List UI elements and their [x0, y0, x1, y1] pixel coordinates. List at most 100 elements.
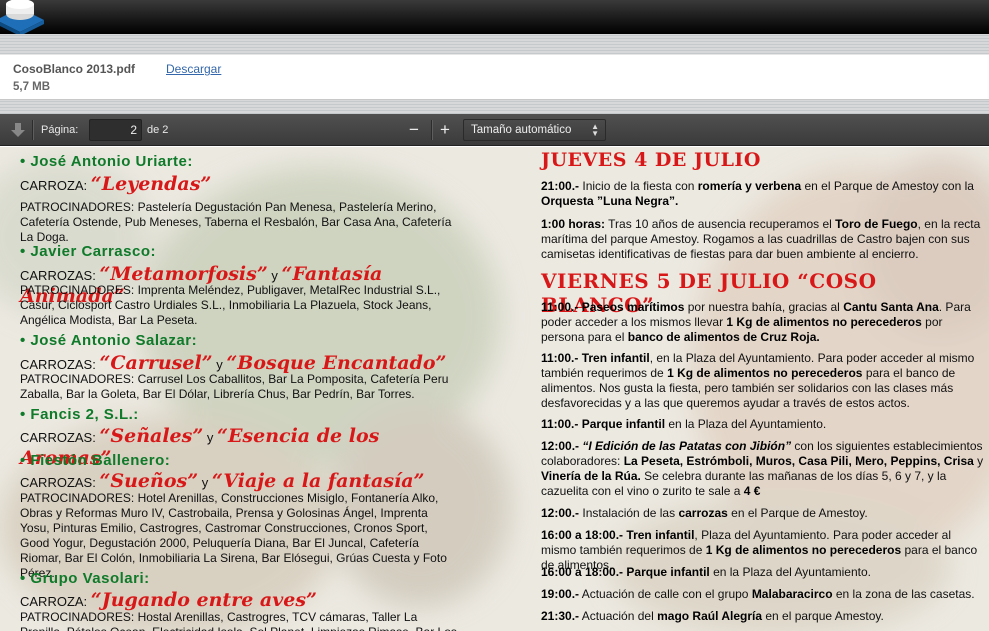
- arrow-down-icon[interactable]: [10, 122, 26, 138]
- event-time: 1:00 horas:: [541, 217, 606, 231]
- event-highlight: romería y verbena: [697, 179, 802, 193]
- event-text: Instalación de las: [579, 506, 679, 520]
- carroza-line: CARROZAS: “Sueños” y “Viaje a la fantasí…: [20, 470, 424, 492]
- event-time: 19:00.-: [541, 587, 580, 601]
- event-time: 11:00.-: [541, 351, 579, 365]
- event-text: en la Plaza del Ayuntamiento.: [709, 565, 871, 579]
- event-highlight: La Peseta, Estrómboli, Muros, Casa Pili,…: [623, 454, 974, 468]
- float-name: “Señales”: [99, 425, 204, 447]
- pdf-page[interactable]: • José Antonio Uriarte: CARROZA: “Leyend…: [0, 147, 989, 631]
- event-item: 21:30.- Actuación del mago Raúl Alegría …: [541, 609, 985, 624]
- event-highlight: Parque infantil: [578, 417, 666, 431]
- zoom-select[interactable]: Tamaño automático ▲ ▼: [463, 119, 606, 141]
- event-highlight: Toro de Fuego: [835, 217, 918, 231]
- zoom-in-button[interactable]: +: [435, 120, 455, 140]
- float-name: “Metamorfosis”: [99, 263, 268, 285]
- float-name: “Viaje a la fantasía”: [211, 470, 425, 492]
- event-text: Actuación de calle con el grupo: [579, 587, 752, 601]
- carroza-label: CARROZA:: [20, 178, 88, 193]
- conjunction: y: [271, 268, 278, 283]
- sponsors-list: PATROCINADORES: Hostal Arenillas, Castro…: [20, 610, 457, 631]
- sponsors-list: PATROCINADORES: Imprenta Meléndez, Publi…: [20, 283, 441, 327]
- event-item: 11:00.- Paseos marítimos por nuestra bah…: [541, 300, 985, 345]
- event-time: 16:00 a 18:00.-: [541, 565, 624, 579]
- conjunction: y: [206, 430, 214, 445]
- event-highlight: Paseos marítimos: [578, 300, 685, 314]
- event-item: 12:00.- “I Edición de las Patatas con Ji…: [541, 439, 985, 499]
- carroza-label: CARROZAS:: [20, 430, 96, 445]
- sponsors-list: PATROCINADORES: Carrusel Los Caballitos,…: [20, 372, 449, 401]
- updown-caret-icon: ▲ ▼: [591, 122, 599, 138]
- event-text: en el Parque de Amestoy con la: [801, 179, 974, 193]
- pdf-toolbar: Página: de 2 − + Tamaño automático ▲▼: [0, 114, 989, 146]
- sponsor-heading: • Javier Carrasco:: [20, 243, 156, 260]
- event-highlight: 1 Kg de alimentos no perecederos: [667, 366, 863, 380]
- carroza-line: CARROZA: “Jugando entre aves”: [20, 589, 317, 611]
- file-name: CosoBlanco 2013.pdf: [13, 62, 136, 76]
- event-highlight: 4 €: [743, 484, 761, 498]
- event-text: en la zona de las casetas.: [832, 587, 975, 601]
- event-text: y: [973, 454, 984, 468]
- download-link[interactable]: Descargar: [166, 62, 221, 76]
- zoom-select-value: Tamaño automático: [471, 124, 572, 136]
- carroza-label: CARROZAS:: [20, 475, 96, 490]
- event-text: Inicio de la fiesta con: [579, 179, 698, 193]
- sponsor-heading: • José Antonio Salazar:: [20, 332, 198, 349]
- event-text: por nuestra bahía, gracias al: [684, 300, 844, 314]
- page-label: Página:: [41, 124, 79, 136]
- event-text: Tras 10 años de ausencia recuperamos el: [605, 217, 836, 231]
- event-highlight: Cantu Santa Ana: [843, 300, 939, 314]
- sponsor-heading: • Grupo Vasolari:: [20, 570, 150, 587]
- event-time: 21:00.-: [541, 179, 580, 193]
- conjunction: y: [216, 357, 223, 372]
- conjunction: y: [201, 475, 209, 490]
- stripe-divider: [0, 34, 989, 54]
- event-text: en el Parque de Amestoy.: [727, 506, 868, 520]
- float-name: “Jugando entre aves”: [90, 589, 317, 611]
- event-highlight: Vinería de la Rúa.: [541, 469, 641, 483]
- event-item: 19:00.- Actuación de calle con el grupo …: [541, 587, 985, 602]
- event-item: 11:00.- Parque infantil en la Plaza del …: [541, 417, 985, 432]
- event-text: Actuación del: [579, 609, 658, 623]
- event-time: 16:00 a 18:00.-: [541, 528, 624, 542]
- event-highlight: carrozas: [678, 506, 728, 520]
- page-total: de 2: [147, 124, 169, 136]
- sponsor-heading: • Fiestón Ballenero:: [20, 452, 171, 469]
- event-item: 12:00.- Instalación de las carrozas en e…: [541, 506, 985, 521]
- event-item: 21:00.- Inicio de la fiesta con romería …: [541, 179, 985, 209]
- event-time: 21:30.-: [541, 609, 580, 623]
- toolbar-separator: [32, 120, 33, 140]
- event-highlight: Orquesta ”Luna Negra”.: [541, 194, 679, 208]
- file-size: 5,7 MB: [13, 81, 51, 93]
- event-highlight: Tren infantil: [578, 351, 650, 365]
- carroza-label: CARROZA:: [20, 594, 88, 609]
- zoom-out-button[interactable]: −: [404, 120, 424, 140]
- file-info-bar: CosoBlanco 2013.pdf Descargar 5,7 MB: [0, 54, 989, 100]
- event-highlight: mago Raúl Alegría: [657, 609, 763, 623]
- sponsor-heading: • José Antonio Uriarte:: [20, 153, 193, 170]
- carroza-label: CARROZAS:: [20, 268, 96, 283]
- page-number-input[interactable]: [89, 119, 142, 141]
- event-time: 11:00.-: [541, 417, 579, 431]
- event-highlight: Tren infantil: [623, 528, 695, 542]
- event-item: 11:00.- Tren infantil, en la Plaza del A…: [541, 351, 985, 411]
- sponsors-list: PATROCINADORES: Hotel Arenillas, Constru…: [20, 491, 447, 580]
- app-logo-icon[interactable]: [0, 0, 46, 36]
- carroza-label: CARROZAS:: [20, 357, 96, 372]
- carroza-line: CARROZA: “Leyendas”: [20, 173, 211, 195]
- event-text: en el parque Amestoy.: [762, 609, 884, 623]
- event-highlight: 1 Kg de alimentos no perecederos: [726, 315, 922, 329]
- event-highlight: 1 Kg de alimentos no perecederos: [705, 543, 902, 557]
- float-name: “Sueños”: [99, 470, 199, 492]
- stripe-divider: [0, 100, 989, 114]
- event-text: en la Plaza del Ayuntamiento.: [665, 417, 827, 431]
- event-highlight: Malabaracirco: [751, 587, 833, 601]
- float-name: “Bosque Encantado”: [226, 352, 447, 374]
- toolbar-separator: [431, 120, 432, 140]
- day-heading: JUEVES 4 DE JULIO: [541, 149, 761, 171]
- float-name: “Leyendas”: [90, 173, 212, 195]
- event-time: 12:00.-: [541, 439, 580, 453]
- event-highlight: “I Edición de las Patatas con Jibión”: [579, 439, 792, 453]
- event-item: 1:00 horas: Tras 10 años de ausencia rec…: [541, 217, 985, 262]
- sponsor-heading: • Fancis 2, S.L.:: [20, 406, 139, 423]
